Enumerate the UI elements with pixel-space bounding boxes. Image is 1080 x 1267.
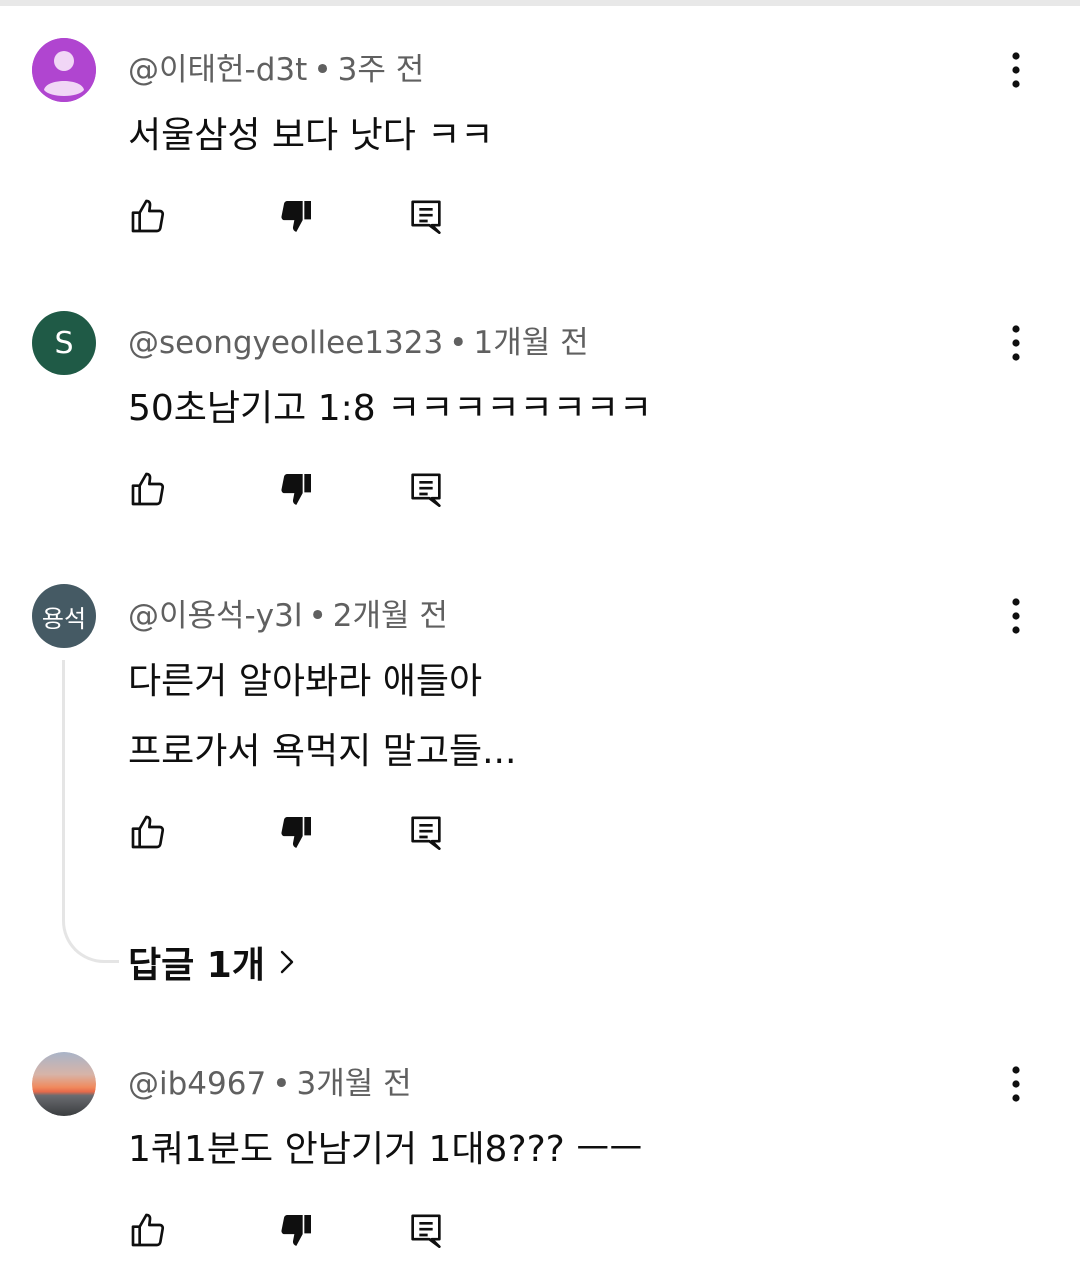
dislike-icon: [281, 1215, 311, 1246]
comment-header: @ib4967 • 3개월 전: [128, 1058, 412, 1103]
comment-actions: [128, 812, 468, 852]
avatar[interactable]: [32, 38, 96, 102]
more-vert-icon: [1012, 1066, 1020, 1102]
replies-label: 답글 1개: [128, 945, 265, 986]
view-replies-button[interactable]: 답글 1개: [128, 936, 297, 988]
reply-icon: [411, 473, 441, 507]
dislike-button[interactable]: [276, 469, 316, 509]
separator-dot: •: [272, 1066, 291, 1102]
comment-time[interactable]: 1개월 전: [473, 325, 588, 361]
like-icon: [131, 1213, 165, 1247]
comment-text: 프로가서 욕먹지 말고들...: [128, 731, 517, 772]
like-icon: [131, 815, 165, 849]
comment-header: @seongyeollee1323 • 1개월 전: [128, 317, 589, 362]
reply-button[interactable]: [406, 1210, 446, 1250]
comment-text: 서울삼성 보다 낫다 ㅋㅋ: [128, 115, 494, 156]
comment-text: 50초남기고 1:8 ㅋㅋㅋㅋㅋㅋㅋㅋ: [128, 388, 653, 429]
reply-button[interactable]: [406, 469, 446, 509]
avatar[interactable]: S: [32, 311, 96, 375]
dislike-button[interactable]: [276, 1210, 316, 1250]
comment-actions: [128, 1210, 468, 1250]
separator-dot: •: [449, 325, 468, 361]
more-vert-icon: [1012, 52, 1020, 88]
more-vert-icon: [1012, 598, 1020, 634]
author-name[interactable]: @이용석-y3l: [128, 598, 302, 634]
more-options-button[interactable]: [1000, 1064, 1032, 1104]
like-button[interactable]: [128, 812, 168, 852]
dislike-icon: [281, 201, 311, 232]
more-vert-icon: [1012, 325, 1020, 361]
comment-header: @이용석-y3l • 2개월 전: [128, 590, 448, 635]
default-person-icon: [32, 38, 96, 102]
comment-time[interactable]: 3개월 전: [296, 1066, 411, 1102]
avatar-letter: 용석: [41, 604, 87, 633]
comment-actions: [128, 469, 468, 509]
comment-header: @이태헌-d3t • 3주 전: [128, 44, 424, 89]
comment-item: @이태헌-d3t • 3주 전 서울삼성 보다 낫다 ㅋㅋ: [0, 38, 1080, 238]
comment-time[interactable]: 3주 전: [338, 52, 425, 88]
like-icon: [131, 199, 165, 233]
comment-item: @ib4967 • 3개월 전 1쿼1분도 안남기거 1대8??? ㅡㅡ: [0, 1052, 1080, 1262]
more-options-button[interactable]: [1000, 323, 1032, 363]
separator-dot: •: [308, 598, 327, 634]
comment-time[interactable]: 2개월 전: [333, 598, 448, 634]
comment-item: S @seongyeollee1323 • 1개월 전 50초남기고 1:8 ㅋㅋㅋ…: [0, 311, 1080, 511]
more-options-button[interactable]: [1000, 50, 1032, 90]
comment-actions: [128, 196, 468, 236]
dislike-button[interactable]: [276, 812, 316, 852]
author-name[interactable]: @ib4967: [128, 1066, 266, 1102]
reply-icon: [411, 200, 441, 235]
dislike-button[interactable]: [276, 196, 316, 236]
comment-item: 용석 @이용석-y3l • 2개월 전 다른거 알아봐라 애들아 프로가서 욕먹지 …: [0, 584, 1080, 984]
more-options-button[interactable]: [1000, 596, 1032, 636]
like-button[interactable]: [128, 1210, 168, 1250]
reply-icon: [411, 816, 441, 850]
avatar[interactable]: 용석: [32, 584, 96, 648]
comment-text: 다른거 알아봐라 애들아: [128, 661, 483, 702]
avatar-letter: S: [54, 325, 74, 361]
like-button[interactable]: [128, 469, 168, 509]
reply-icon: [411, 1214, 441, 1248]
dislike-icon: [281, 817, 311, 848]
dislike-icon: [281, 474, 311, 505]
like-icon: [131, 472, 165, 506]
avatar[interactable]: [32, 1052, 96, 1116]
top-divider: [0, 0, 1080, 6]
author-name[interactable]: @seongyeollee1323: [128, 325, 443, 361]
sunset-photo: [32, 1052, 96, 1116]
separator-dot: •: [313, 52, 332, 88]
comment-text: 1쿼1분도 안남기거 1대8??? ㅡㅡ: [128, 1129, 643, 1170]
like-button[interactable]: [128, 196, 168, 236]
author-name[interactable]: @이태헌-d3t: [128, 52, 307, 88]
reply-button[interactable]: [406, 196, 446, 236]
chevron-right-icon: [280, 950, 294, 974]
reply-button[interactable]: [406, 812, 446, 852]
